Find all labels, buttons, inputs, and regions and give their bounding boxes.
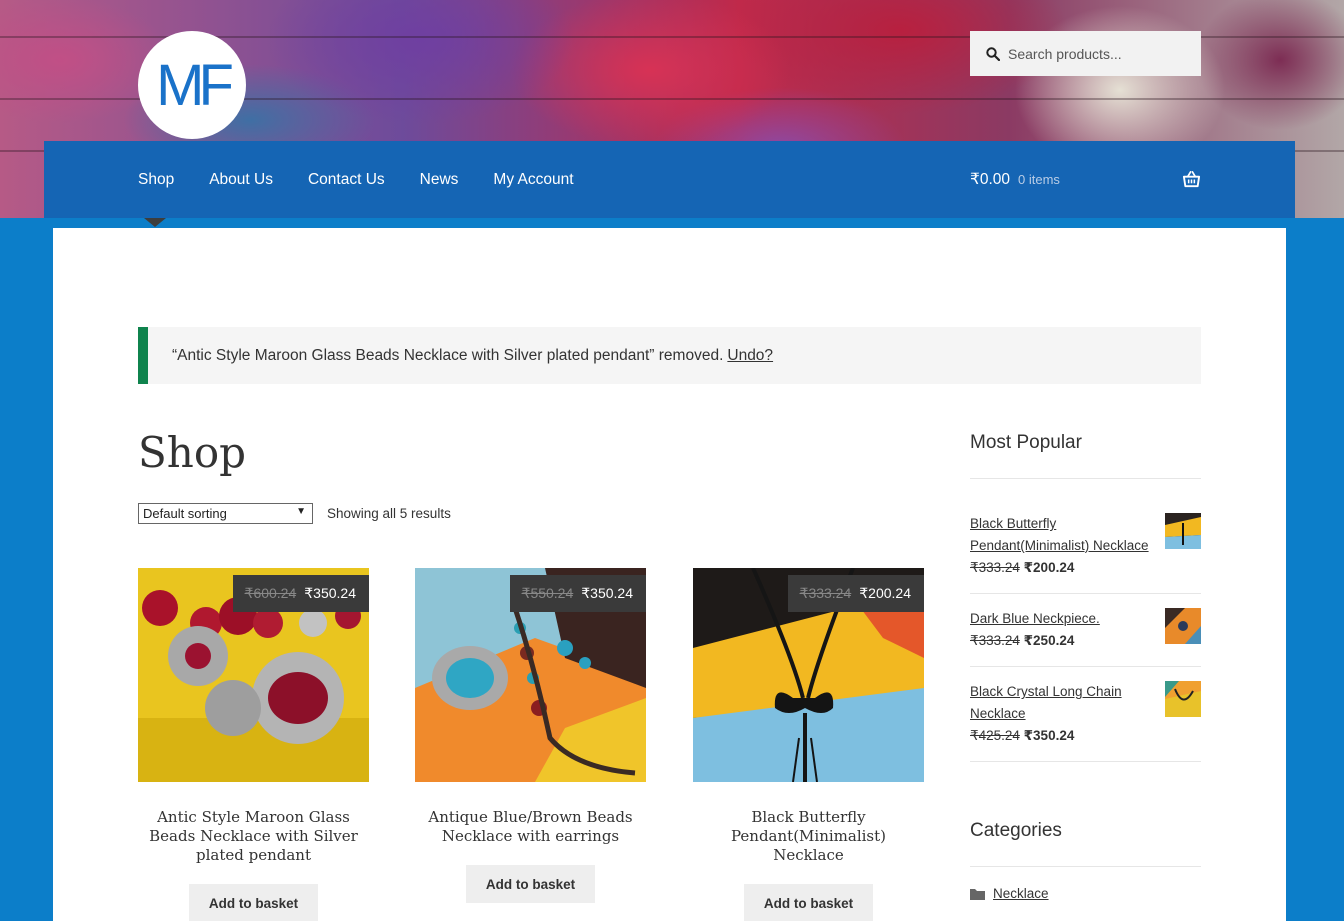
- category-item: Necklace: [970, 886, 1049, 901]
- divider: [970, 866, 1201, 867]
- search-input[interactable]: [1008, 45, 1188, 62]
- result-count: Showing all 5 results: [327, 506, 451, 521]
- logo-text: MF: [156, 52, 234, 118]
- removed-item-notice: “Antic Style Maroon Glass Beads Necklace…: [138, 327, 1201, 384]
- nav-item-contact-us[interactable]: Contact Us: [308, 171, 385, 189]
- sale-price: ₹350.24: [1023, 728, 1075, 743]
- widget-title-most-popular: Most Popular: [970, 432, 1082, 453]
- notice-message: “Antic Style Maroon Glass Beads Necklace…: [172, 346, 724, 364]
- add-to-basket-button[interactable]: Add to basket: [188, 884, 319, 921]
- popular-product-item: Dark Blue Neckpiece. ₹333.24 ₹250.24: [970, 608, 1201, 652]
- sale-price: ₹350.24: [304, 585, 356, 601]
- product-image[interactable]: ₹550.24 ₹350.24: [415, 568, 646, 782]
- nav-item-my-account[interactable]: My Account: [493, 171, 573, 189]
- nav-item-about-us[interactable]: About Us: [209, 171, 273, 189]
- cart-item-count: 0 items: [1018, 172, 1060, 187]
- price-tag: ₹333.24 ₹200.24: [787, 575, 924, 612]
- divider: [970, 478, 1201, 479]
- popular-product-link[interactable]: Dark Blue Neckpiece.: [970, 608, 1158, 630]
- old-price: ₹550.24: [521, 585, 574, 601]
- old-price: ₹600.24: [244, 585, 297, 601]
- old-price: ₹333.24: [970, 560, 1020, 575]
- popular-product-link[interactable]: Black Butterfly Pendant(Minimalist) Neck…: [970, 513, 1158, 557]
- product-card: ₹333.24 ₹200.24 Black Butterfly Pendant(M…: [693, 568, 924, 921]
- search-box[interactable]: [970, 31, 1201, 76]
- popular-product-price: ₹425.24 ₹350.24: [970, 725, 1201, 747]
- cart-summary[interactable]: ₹0.00 0 items: [970, 141, 1060, 218]
- site-logo[interactable]: MF: [138, 31, 246, 139]
- price-tag: ₹550.24 ₹350.24: [509, 575, 646, 612]
- folder-icon: [970, 888, 985, 900]
- add-to-basket-button[interactable]: Add to basket: [743, 884, 874, 921]
- product-title[interactable]: Black Butterfly Pendant(Minimalist) Neck…: [693, 808, 924, 865]
- dropdown-caret-icon: ▼: [296, 506, 306, 517]
- old-price: ₹333.24: [799, 585, 852, 601]
- popular-product-thumbnail[interactable]: [1165, 513, 1201, 549]
- product-card: ₹600.24 ₹350.24 Antic Style Maroon Glass …: [138, 568, 369, 921]
- undo-link[interactable]: Undo?: [727, 347, 773, 365]
- basket-icon[interactable]: [1182, 170, 1201, 189]
- nav-item-news[interactable]: News: [420, 171, 459, 189]
- old-price: ₹333.24: [970, 633, 1020, 648]
- nav-menu: Shop About Us Contact Us News My Account: [138, 141, 609, 218]
- primary-navigation: Shop About Us Contact Us News My Account…: [44, 141, 1295, 218]
- product-image[interactable]: ₹600.24 ₹350.24: [138, 568, 369, 782]
- popular-product-item: Black Crystal Long Chain Necklace ₹425.2…: [970, 681, 1201, 747]
- popular-product-item: Black Butterfly Pendant(Minimalist) Neck…: [970, 513, 1201, 579]
- add-to-basket-button[interactable]: Add to basket: [465, 865, 596, 903]
- product-card: ₹550.24 ₹350.24 Antique Blue/Brown Beads …: [415, 568, 646, 903]
- popular-product-price: ₹333.24 ₹200.24: [970, 557, 1201, 579]
- popular-product-link[interactable]: Black Crystal Long Chain Necklace: [970, 681, 1158, 725]
- page-title: Shop: [138, 428, 246, 477]
- nav-item-shop[interactable]: Shop: [138, 171, 174, 189]
- old-price: ₹425.24: [970, 728, 1020, 743]
- product-title[interactable]: Antic Style Maroon Glass Beads Necklace …: [138, 808, 369, 865]
- sale-price: ₹200.24: [1023, 560, 1075, 575]
- product-title[interactable]: Antique Blue/Brown Beads Necklace with e…: [415, 808, 646, 846]
- sale-price: ₹250.24: [1023, 633, 1075, 648]
- sort-selected-value: Default sorting: [143, 506, 227, 521]
- price-tag: ₹600.24 ₹350.24: [232, 575, 369, 612]
- divider: [970, 593, 1201, 594]
- widget-title-categories: Categories: [970, 820, 1062, 841]
- divider: [970, 666, 1201, 667]
- search-icon: [986, 46, 1000, 61]
- product-image[interactable]: ₹333.24 ₹200.24: [693, 568, 924, 782]
- popular-product-thumbnail[interactable]: [1165, 608, 1201, 644]
- divider: [970, 761, 1201, 762]
- category-link-necklace[interactable]: Necklace: [993, 886, 1049, 901]
- popular-product-thumbnail[interactable]: [1165, 681, 1201, 717]
- sale-price: ₹200.24: [859, 585, 911, 601]
- cart-amount: ₹0.00: [970, 171, 1011, 188]
- sort-dropdown[interactable]: Default sorting ▼: [138, 503, 313, 524]
- active-nav-indicator: [144, 218, 166, 227]
- sale-price: ₹350.24: [581, 585, 633, 601]
